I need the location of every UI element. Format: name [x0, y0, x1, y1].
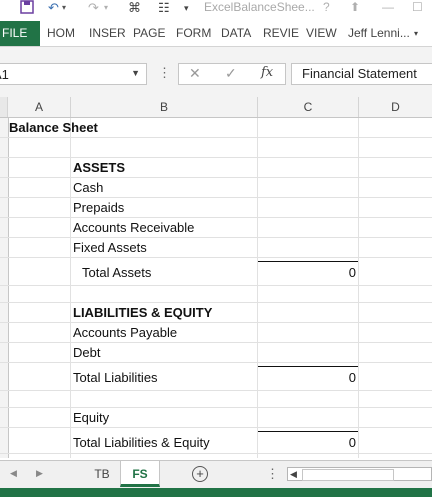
restore-icon[interactable]: ☐	[412, 0, 423, 18]
gridline	[0, 285, 432, 286]
name-box-value: A1	[0, 67, 9, 82]
cell-total-liabilities-equity-value[interactable]: 0	[260, 433, 356, 453]
user-account[interactable]: Jeff Lenni...	[348, 21, 410, 46]
document-title: ExcelBalanceShee...	[204, 0, 315, 14]
formula-input[interactable]: Financial Statement	[291, 63, 432, 85]
gridline	[0, 342, 432, 343]
column-header-b[interactable]: B	[71, 97, 258, 117]
undo-icon[interactable]: ↶	[48, 0, 59, 18]
tab-data[interactable]: DATA	[221, 21, 251, 46]
file-tab[interactable]: FILE	[0, 21, 40, 46]
gridline	[0, 362, 432, 363]
horizontal-scrollbar[interactable]: ◀	[287, 467, 432, 481]
cell-total-assets-value[interactable]: 0	[260, 263, 356, 283]
form-icon[interactable]: ☷	[158, 0, 170, 18]
cancel-icon[interactable]: ✕	[189, 65, 201, 82]
redo-dropdown-icon[interactable]: ▾	[104, 0, 108, 18]
sheet-tab-bar: ◀ ▶ TB FS + ⋮ ◀	[0, 460, 432, 489]
cell-liabilities-header[interactable]: LIABILITIES & EQUITY	[73, 303, 212, 323]
tab-home[interactable]: HOM	[47, 21, 75, 46]
column-header-a[interactable]: A	[8, 97, 71, 117]
cell-total-liabilities-equity[interactable]: Total Liabilities & Equity	[73, 433, 210, 453]
gridline	[0, 322, 432, 323]
gridline	[0, 427, 432, 428]
tab-formulas[interactable]: FORM	[176, 21, 211, 46]
gridline	[0, 257, 432, 258]
more-options-icon[interactable]: ⋮	[158, 65, 171, 81]
scroll-right-icon[interactable]: ▶	[36, 468, 43, 479]
cell-equity[interactable]: Equity	[73, 408, 109, 428]
help-icon[interactable]: ?	[323, 0, 330, 18]
insert-function-icon[interactable]: fx	[261, 65, 273, 80]
tab-review[interactable]: REVIE	[263, 21, 299, 46]
worksheet-grid[interactable]: Balance Sheet ASSETS Cash Prepaids Accou…	[0, 118, 432, 458]
formula-tools: ✕ ✓ fx	[178, 63, 286, 85]
gridline	[0, 407, 432, 408]
cell-total-liabilities-value[interactable]: 0	[260, 368, 356, 388]
gridline	[0, 302, 432, 303]
gridline	[0, 197, 432, 198]
cell-total-assets[interactable]: Total Assets	[82, 263, 151, 283]
minimize-icon[interactable]: —	[382, 0, 394, 18]
cell-total-liabilities[interactable]: Total Liabilities	[73, 368, 158, 388]
gridline	[0, 237, 432, 238]
cell-prepaids[interactable]: Prepaids	[73, 198, 124, 218]
name-box[interactable]: A1 ▼	[0, 63, 147, 85]
cell-title[interactable]: Balance Sheet	[9, 118, 98, 138]
total-border	[258, 431, 358, 432]
scrollbar-thumb[interactable]	[302, 469, 394, 481]
tab-insert[interactable]: INSER	[89, 21, 126, 46]
select-all-corner[interactable]	[0, 97, 8, 117]
title-bar: ↶ ▾ ↷ ▾ ⌘ ☷ ▾ ExcelBalanceShee... ? ⬆ — …	[0, 0, 432, 18]
formula-bar: A1 ▼ ⋮ ✕ ✓ fx Financial Statement	[0, 47, 432, 97]
sheet-tab-fs[interactable]: FS	[120, 461, 160, 487]
cell-cash[interactable]: Cash	[73, 178, 103, 198]
tab-view[interactable]: VIEW	[306, 21, 337, 46]
gridline	[0, 390, 432, 391]
gridline	[0, 157, 432, 158]
cell-debt[interactable]: Debt	[73, 343, 100, 363]
chevron-down-icon[interactable]: ▼	[131, 68, 140, 78]
redo-icon[interactable]: ↷	[88, 0, 99, 18]
cell-accounts-payable[interactable]: Accounts Payable	[73, 323, 177, 343]
ribbon-tabs: FILE HOM INSER PAGE FORM DATA REVIE VIEW…	[0, 18, 432, 47]
user-dropdown-icon[interactable]: ▾	[414, 21, 418, 46]
status-bar	[0, 488, 432, 497]
gridline	[0, 217, 432, 218]
sheet-tab-tb[interactable]: TB	[84, 461, 120, 487]
column-headers: A B C D	[0, 97, 432, 118]
column-header-c[interactable]: C	[258, 97, 359, 117]
more-options-icon[interactable]: ⋮	[266, 466, 279, 482]
share-icon[interactable]: ⌘	[128, 0, 141, 18]
scroll-left-icon[interactable]: ◀	[290, 468, 297, 480]
undo-dropdown-icon[interactable]: ▾	[62, 0, 66, 18]
column-header-d[interactable]: D	[359, 97, 432, 117]
add-sheet-icon[interactable]: +	[192, 466, 208, 482]
tab-page-layout[interactable]: PAGE	[133, 21, 165, 46]
gridline	[0, 177, 432, 178]
cell-fixed-assets[interactable]: Fixed Assets	[73, 238, 147, 258]
total-border	[258, 261, 358, 262]
save-icon[interactable]	[20, 0, 34, 18]
gridline	[0, 453, 432, 454]
total-border	[258, 366, 358, 367]
ribbon-display-icon[interactable]: ⬆	[350, 0, 360, 18]
scroll-left-icon[interactable]: ◀	[10, 468, 17, 479]
cell-assets-header[interactable]: ASSETS	[73, 158, 125, 178]
enter-icon[interactable]: ✓	[225, 65, 237, 82]
cell-accounts-receivable[interactable]: Accounts Receivable	[73, 218, 194, 238]
customize-qat-icon[interactable]: ▾	[184, 0, 189, 18]
